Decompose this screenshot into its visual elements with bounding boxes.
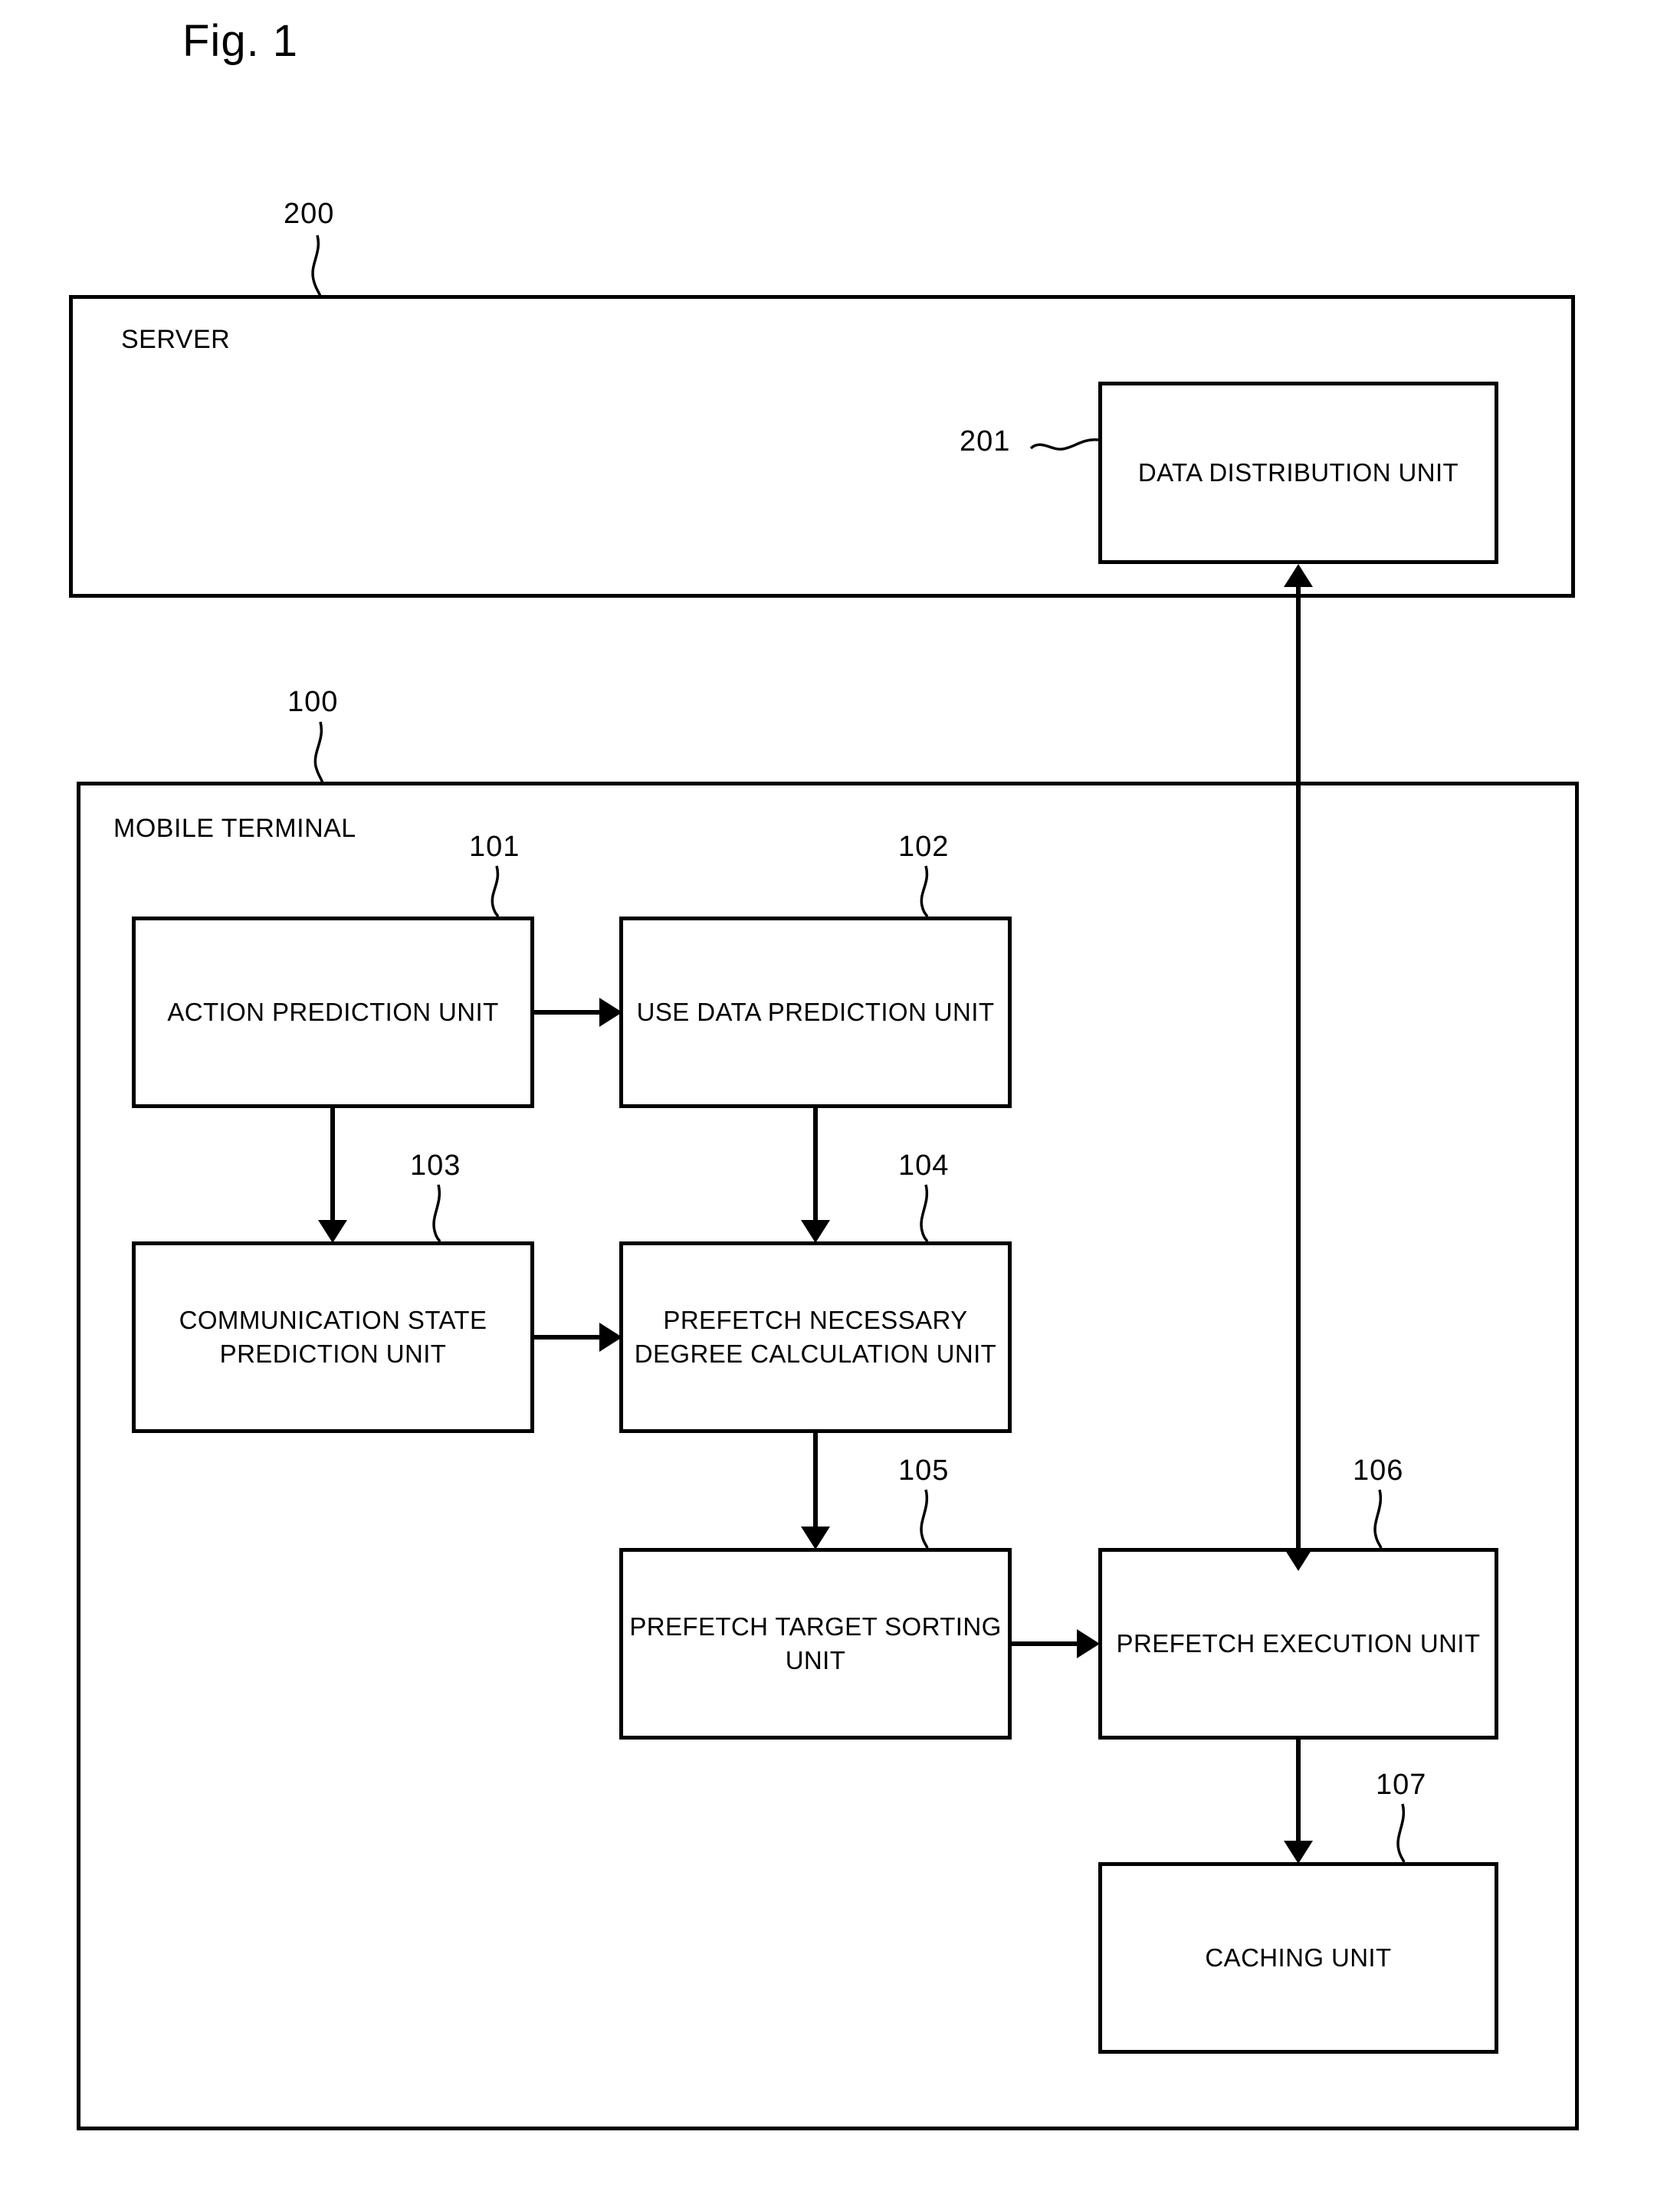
communication-state-prediction-unit-box: COMMUNICATION STATE PREDICTION UNIT xyxy=(132,1241,534,1433)
leader-line-200 xyxy=(311,234,322,297)
reference-numeral-100: 100 xyxy=(287,686,339,718)
reference-numeral-200: 200 xyxy=(284,198,335,230)
server-label: SERVER xyxy=(121,325,231,354)
mobile-terminal-label: MOBILE TERMINAL xyxy=(113,814,356,843)
use-data-prediction-unit-box: USE DATA PREDICTION UNIT xyxy=(619,917,1012,1108)
data-distribution-unit-label: DATA DISTRIBUTION UNIT xyxy=(1137,458,1459,487)
use-data-prediction-unit-label: USE DATA PREDICTION UNIT xyxy=(636,998,995,1027)
reference-numeral-105: 105 xyxy=(898,1454,950,1487)
prefetch-execution-unit-box: PREFETCH EXECUTION UNIT xyxy=(1098,1548,1498,1740)
prefetch-target-sorting-unit-label: PREFETCH TARGET SORTING UNIT xyxy=(629,1612,1002,1674)
prefetch-necessary-degree-calculation-unit-label: PREFETCH NECESSARY DEGREE CALCULATION UN… xyxy=(634,1306,997,1368)
reference-numeral-102: 102 xyxy=(898,831,950,863)
action-prediction-unit-box: ACTION PREDICTION UNIT xyxy=(132,917,534,1108)
prefetch-execution-unit-label: PREFETCH EXECUTION UNIT xyxy=(1116,1629,1481,1658)
reference-numeral-101: 101 xyxy=(469,831,520,863)
caching-unit-box: CACHING UNIT xyxy=(1098,1862,1498,2054)
reference-numeral-107: 107 xyxy=(1376,1769,1427,1801)
figure-title: Fig. 1 xyxy=(182,16,299,66)
patent-figure: Fig. 1 SERVER 200 DATA DISTRIBUTION UNIT… xyxy=(0,0,1680,2207)
caching-unit-label: CACHING UNIT xyxy=(1205,1943,1392,1973)
action-prediction-unit-label: ACTION PREDICTION UNIT xyxy=(167,998,499,1027)
prefetch-necessary-degree-calculation-unit-box: PREFETCH NECESSARY DEGREE CALCULATION UN… xyxy=(619,1241,1012,1433)
communication-state-prediction-unit-label: COMMUNICATION STATE PREDICTION UNIT xyxy=(179,1306,487,1368)
prefetch-target-sorting-unit-box: PREFETCH TARGET SORTING UNIT xyxy=(619,1548,1012,1740)
reference-numeral-104: 104 xyxy=(898,1149,950,1182)
data-distribution-unit-box: DATA DISTRIBUTION UNIT xyxy=(1098,382,1498,564)
reference-numeral-201: 201 xyxy=(960,425,1011,457)
reference-numeral-103: 103 xyxy=(410,1149,461,1182)
leader-line-100 xyxy=(313,721,324,784)
reference-numeral-106: 106 xyxy=(1353,1454,1404,1487)
